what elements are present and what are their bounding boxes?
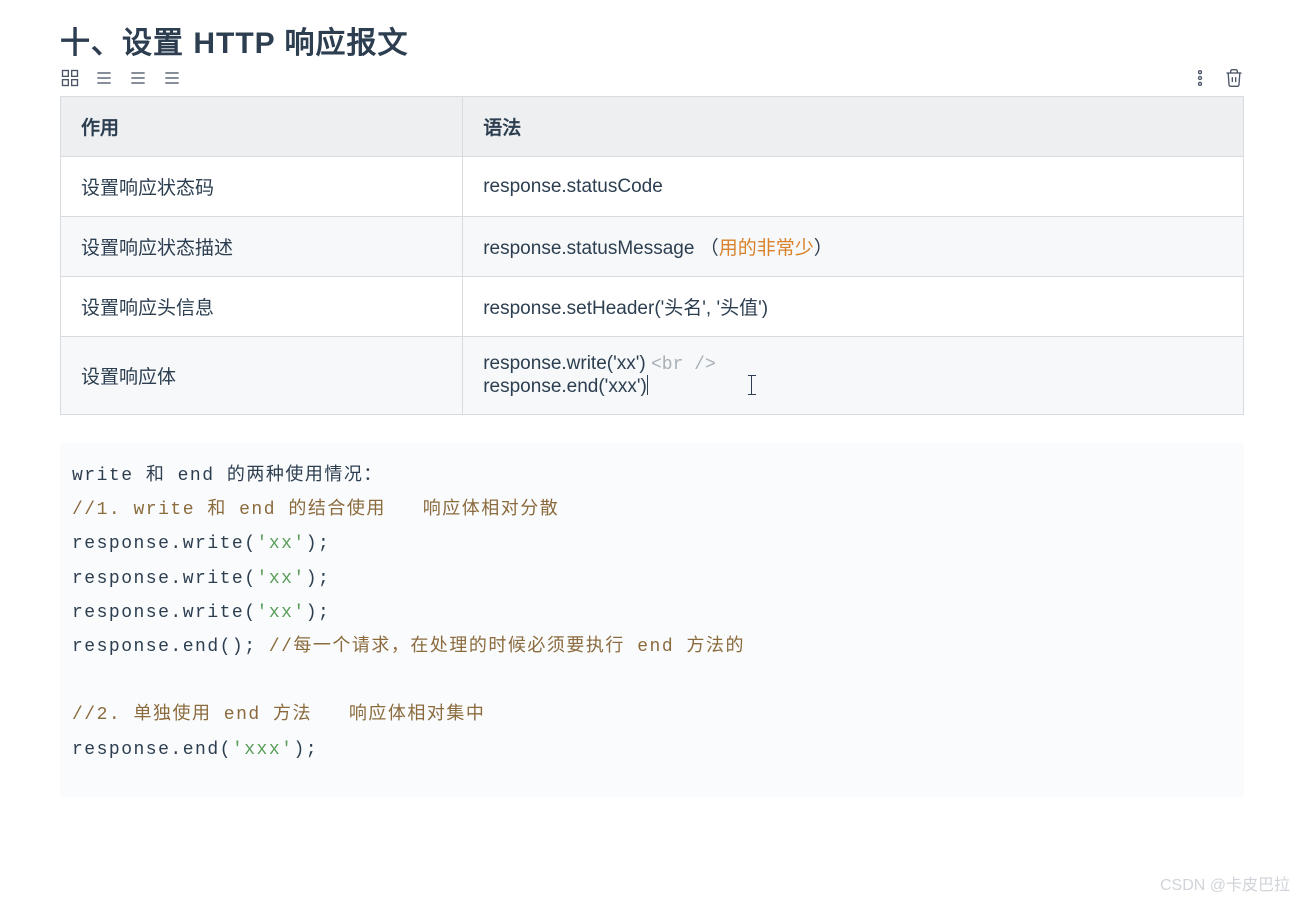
cell-syntax: response.setHeader('头名', '头值') bbox=[463, 277, 1244, 337]
cell-purpose: 设置响应状态码 bbox=[61, 157, 463, 217]
cell-purpose: 设置响应体 bbox=[61, 337, 463, 415]
cell-purpose: 设置响应状态描述 bbox=[61, 217, 463, 277]
more-vert-icon[interactable] bbox=[1190, 68, 1210, 88]
list-icon-1[interactable] bbox=[94, 68, 114, 88]
trash-icon[interactable] bbox=[1224, 68, 1244, 88]
text-cursor bbox=[647, 375, 648, 395]
cell-syntax[interactable]: response.write('xx') <br /> response.end… bbox=[463, 337, 1244, 415]
table-row: 设置响应体 response.write('xx') <br /> respon… bbox=[61, 337, 1244, 415]
table-row: 设置响应状态描述 response.statusMessage （用的非常少） bbox=[61, 217, 1244, 277]
code-block: write 和 end 的两种使用情况： //1. write 和 end 的结… bbox=[60, 443, 1244, 797]
list-icon-3[interactable] bbox=[162, 68, 182, 88]
toolbar bbox=[60, 68, 1244, 88]
table-row: 设置响应头信息 response.setHeader('头名', '头值') bbox=[61, 277, 1244, 337]
page-title: 十、设置 HTTP 响应报文 bbox=[60, 18, 1244, 62]
th-syntax: 语法 bbox=[463, 97, 1244, 157]
cell-purpose: 设置响应头信息 bbox=[61, 277, 463, 337]
http-response-table: 作用 语法 设置响应状态码 response.statusCode 设置响应状态… bbox=[60, 96, 1244, 415]
table-row: 设置响应状态码 response.statusCode bbox=[61, 157, 1244, 217]
cell-syntax: response.statusCode bbox=[463, 157, 1244, 217]
i-beam-cursor-icon bbox=[748, 375, 756, 395]
th-purpose: 作用 bbox=[61, 97, 463, 157]
watermark: CSDN @卡皮巴拉 bbox=[1160, 871, 1290, 895]
grid-view-icon[interactable] bbox=[60, 68, 80, 88]
cell-syntax: response.statusMessage （用的非常少） bbox=[463, 217, 1244, 277]
list-icon-2[interactable] bbox=[128, 68, 148, 88]
